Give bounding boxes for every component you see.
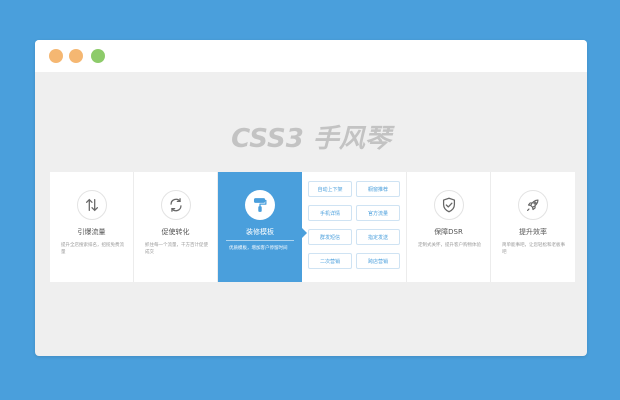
panel-title: 装修模板 (246, 228, 274, 236)
refresh-cycle-icon (160, 190, 191, 220)
page-title: CSS3 手风琴 (231, 124, 391, 154)
tag-auto-listing[interactable]: 自动上下架 (308, 181, 352, 197)
panel-description: 抓住每一个流量，千方百计促使成交 (145, 243, 208, 255)
panel-description: 提升全店搜索排名，招揽免费流量 (61, 243, 124, 255)
tag-official-traffic[interactable]: 官方流量 (356, 205, 400, 221)
panel-description: 优质模板，增加客户停留时间 (229, 246, 288, 251)
up-down-arrows-icon (76, 190, 107, 220)
accordion-panel-conversion[interactable]: 促使转化 抓住每一个流量，千方百计促使成交 (134, 172, 218, 282)
panel-description: 定制式关怀，提升客户购物体验 (418, 243, 481, 248)
tag-remarketing[interactable]: 二次营销 (308, 253, 352, 269)
panel-title: 保障DSR (434, 228, 463, 236)
panel-title: 引爆流量 (77, 228, 106, 236)
accordion-panel-traffic[interactable]: 引爆流量 提升全店搜索排名，招揽免费流量 (50, 172, 134, 282)
accordion-panel-dsr[interactable]: 保障DSR 定制式关怀，提升客户购物体验 (407, 172, 491, 282)
tag-cross-store[interactable]: 跨店营销 (356, 253, 400, 269)
tag-bulk-sms[interactable]: 群发短信 (308, 229, 352, 245)
accordion-panel-efficiency[interactable]: 提升效率 简单能事吧，让您轻松和老板事吧 (491, 172, 575, 282)
tag-list: 自动上下架 橱窗推荐 手机详情 官方流量 群发短信 指定发送 二次营销 跨店营销 (302, 172, 407, 282)
tag-showcase[interactable]: 橱窗推荐 (356, 181, 400, 197)
shield-check-icon (433, 190, 464, 220)
title-bar (35, 40, 587, 72)
rocket-icon (518, 190, 548, 220)
tag-targeted-send[interactable]: 指定发送 (356, 229, 400, 245)
accordion: 引爆流量 提升全店搜索排名，招揽免费流量 促使转化 抓住每一个流量，千方百计促使… (50, 172, 575, 282)
paint-roller-icon (245, 190, 275, 220)
panel-title: 提升效率 (519, 228, 547, 236)
close-window-button[interactable] (49, 49, 63, 63)
browser-window: CSS3 手风琴 引爆流量 提升全店搜索排名，招揽免费流量 促使转化 抓住每一个… (35, 40, 587, 356)
accordion-panel-template[interactable]: 装修模板 优质模板，增加客户停留时间 (218, 172, 307, 282)
panel-description: 简单能事吧，让您轻松和老板事吧 (502, 243, 565, 255)
panel-title: 促使转化 (161, 228, 190, 236)
active-pointer-arrow (302, 228, 307, 238)
tag-mobile-detail[interactable]: 手机详情 (308, 205, 352, 221)
minimize-window-button[interactable] (69, 49, 83, 63)
maximize-window-button[interactable] (91, 49, 105, 63)
